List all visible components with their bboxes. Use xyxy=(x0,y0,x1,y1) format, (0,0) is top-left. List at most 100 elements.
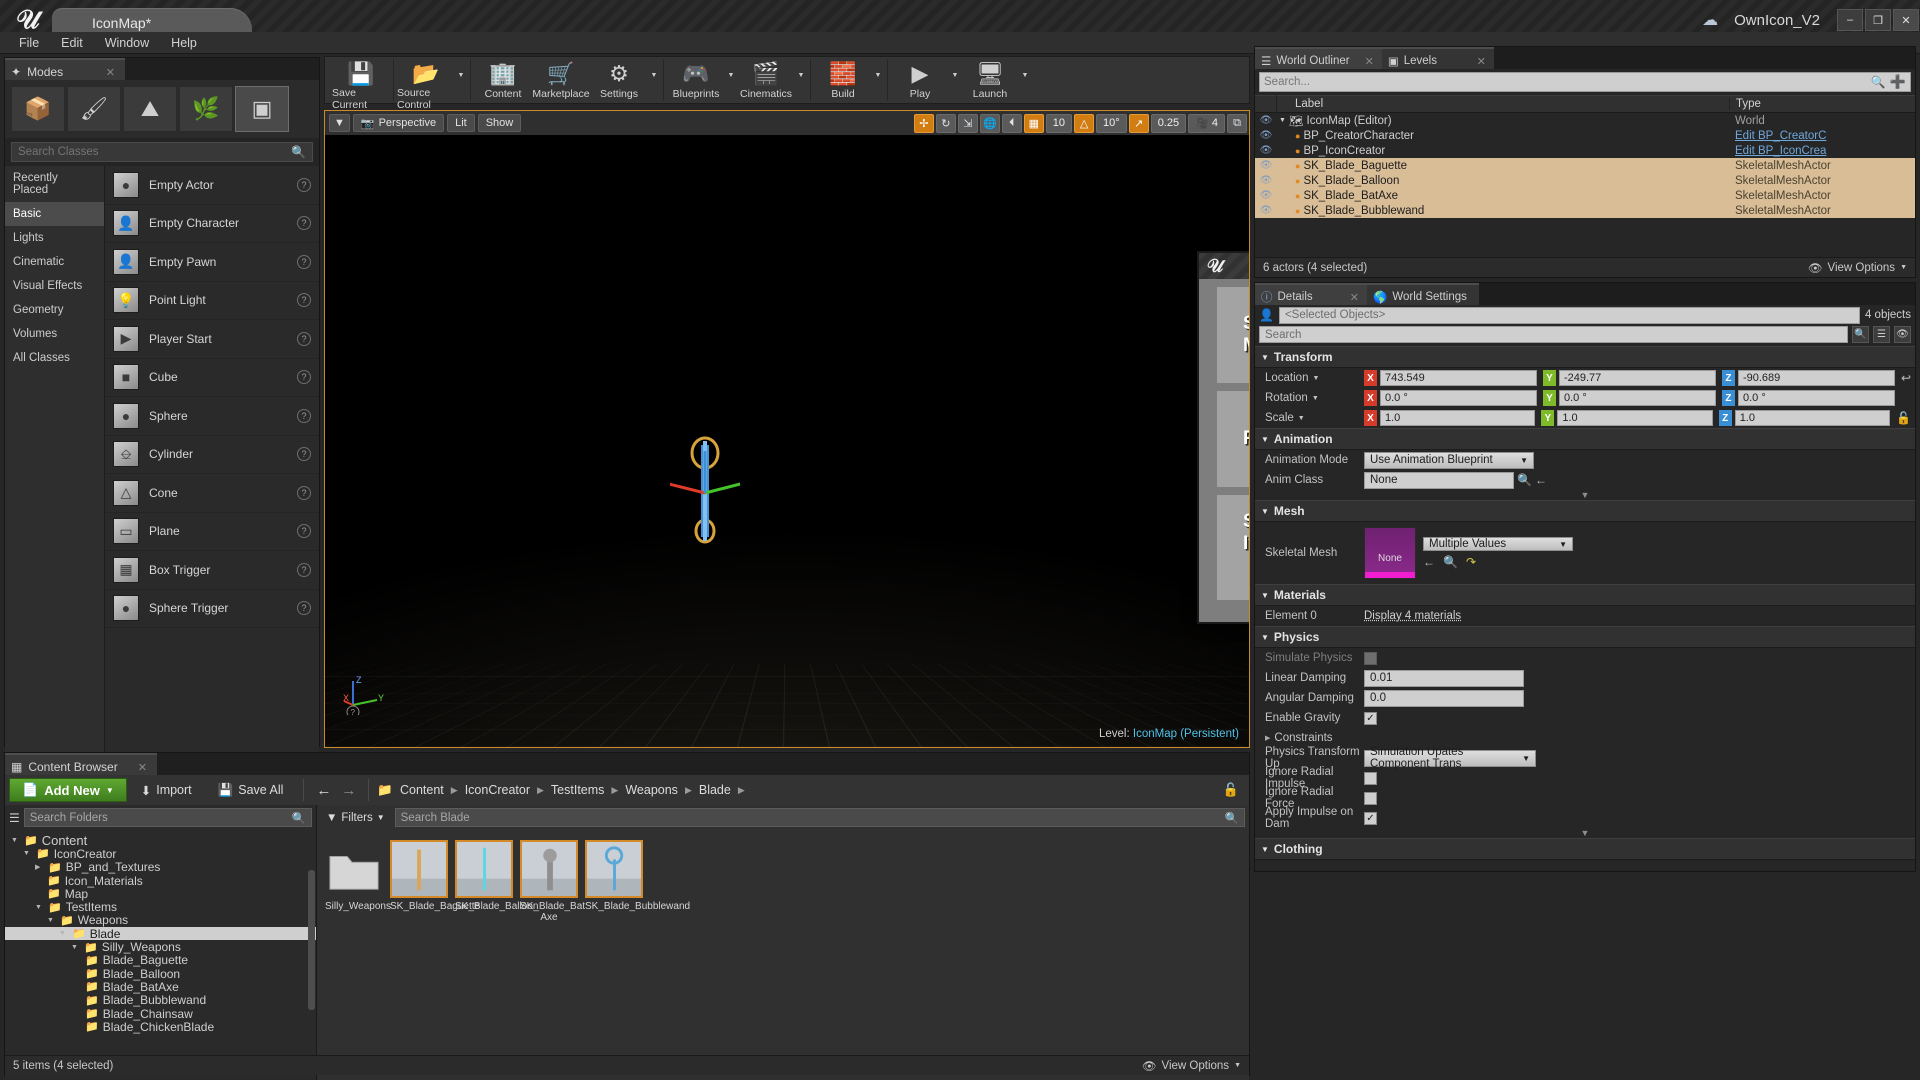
help-icon[interactable]: ? xyxy=(297,332,311,346)
eye-icon[interactable]: 👁 xyxy=(1255,190,1277,201)
sidebar-item-cinematic[interactable]: Cinematic xyxy=(5,250,104,274)
chevron-down-icon[interactable]: ▼ xyxy=(1312,395,1319,402)
filters-button[interactable]: ▼ Filters ▼ xyxy=(321,812,390,824)
eye-icon[interactable]: 👁 xyxy=(1255,145,1277,156)
enable-gravity-checkbox[interactable]: ✓ xyxy=(1364,712,1377,725)
grid-snap-toggle-icon[interactable]: ▦ xyxy=(1024,114,1044,133)
help-icon[interactable]: ? xyxy=(297,293,311,307)
chevron-down-icon[interactable]: ▼ xyxy=(648,59,660,101)
folder-tree-scrollbar[interactable] xyxy=(308,870,315,1010)
search-icon[interactable]: 🔍 xyxy=(1871,75,1886,89)
chevron-down-icon[interactable]: ▼ xyxy=(1312,375,1319,382)
angular-damping-field[interactable]: 0.0 xyxy=(1364,690,1524,707)
list-item[interactable]: ▶ Player Start ? xyxy=(105,320,319,359)
close-icon[interactable]: ✕ xyxy=(1467,55,1486,68)
cinematics-button[interactable]: 🎬 Cinematics xyxy=(737,59,795,101)
rotate-gizmo-icon[interactable]: ↻ xyxy=(936,114,956,133)
expand-more-icon[interactable]: ▼ xyxy=(1255,490,1915,500)
tree-node-blade-chainsaw[interactable]: 📁 Blade_Chainsaw xyxy=(5,1007,316,1020)
scale-y-field[interactable]: 1.0 xyxy=(1557,410,1712,426)
list-item[interactable]: 👤 Empty Character ? xyxy=(105,205,319,244)
simulate-physics-checkbox[interactable] xyxy=(1364,652,1377,665)
surface-snap-icon[interactable]: ⏴ xyxy=(1002,114,1022,133)
close-icon[interactable]: ✕ xyxy=(1340,291,1359,304)
minimize-button[interactable]: – xyxy=(1837,9,1863,31)
eye-icon[interactable]: 👁 xyxy=(1255,175,1277,186)
skeletal-mesh-dropdown[interactable]: Multiple Values ▼ xyxy=(1423,537,1573,551)
table-row[interactable]: 👁 ▼ 🗺 IconMap (Editor) World xyxy=(1255,113,1915,128)
location-x-field[interactable]: 743.549 xyxy=(1380,370,1537,386)
sidebar-item-geometry[interactable]: Geometry xyxy=(5,298,104,322)
place-mode-icon[interactable]: 📦 xyxy=(11,86,65,132)
section-mesh[interactable]: ▼ Mesh xyxy=(1255,500,1915,522)
asset-tile[interactable]: SK_Blade_Baguette xyxy=(390,840,448,923)
tree-node-map[interactable]: 📁 Map xyxy=(5,887,316,900)
section-physics[interactable]: ▼ Physics xyxy=(1255,626,1915,648)
tree-node-testitems[interactable]: ▼ 📁 TestItems xyxy=(5,900,316,913)
tab-world-outliner[interactable]: ☰ World Outliner ✕ xyxy=(1255,47,1382,69)
folder-search-input[interactable]: Search Folders 🔍 xyxy=(24,808,312,827)
selected-actor-gizmo[interactable] xyxy=(670,435,740,555)
eye-icon[interactable]: 👁 xyxy=(1255,115,1277,126)
table-row[interactable]: 👁 ● BP_IconCreator Edit BP_IconCrea xyxy=(1255,143,1915,158)
help-icon[interactable]: ? xyxy=(297,216,311,230)
marketplace-button[interactable]: 🛒 Marketplace xyxy=(532,59,590,101)
camera-speed-value[interactable]: 🎥 4 xyxy=(1188,114,1225,133)
sidebar-item-recently-placed[interactable]: Recently Placed xyxy=(5,166,104,202)
tab-world-settings[interactable]: 🌎 World Settings xyxy=(1367,283,1479,305)
chevron-down-icon[interactable]: ▼ xyxy=(1298,415,1305,422)
list-view-icon[interactable]: ☰ xyxy=(1873,326,1890,343)
tree-node-blade[interactable]: ▼ 📁 Blade xyxy=(5,927,316,940)
property-constraints[interactable]: ▶ Constraints xyxy=(1255,728,1915,748)
maximize-button[interactable]: ❐ xyxy=(1865,9,1891,31)
search-classes-row[interactable]: 🔍 xyxy=(11,142,313,162)
scale-gizmo-icon[interactable]: ⇲ xyxy=(958,114,978,133)
list-item[interactable]: 👤 Empty Pawn ? xyxy=(105,243,319,282)
tab-content-browser[interactable]: ▦ Content Browser ✕ xyxy=(5,753,157,775)
world-coords-icon[interactable]: 🌐 xyxy=(980,114,1000,133)
eye-icon[interactable]: 👁 xyxy=(1255,160,1277,171)
play-button[interactable]: ▶ Play xyxy=(891,59,949,101)
viewport-options-menu[interactable]: ▼ xyxy=(329,114,350,132)
cloud-icon[interactable]: ☁ xyxy=(1692,10,1728,30)
apply-impulse-checkbox[interactable]: ✓ xyxy=(1364,812,1377,825)
ignore-radial-impulse-checkbox[interactable] xyxy=(1364,772,1377,785)
breadcrumb-iconcreator[interactable]: IconCreator xyxy=(465,783,530,797)
landscape-mode-icon[interactable]: ⛰ xyxy=(123,86,177,132)
scale-z-field[interactable]: 1.0 xyxy=(1735,410,1890,426)
label-column-header[interactable]: Label xyxy=(1277,98,1729,110)
sidebar-item-visual-effects[interactable]: Visual Effects xyxy=(5,274,104,298)
eye-icon[interactable]: 👁 xyxy=(1255,130,1277,141)
save-all-button[interactable]: 💾 Save All xyxy=(206,778,296,802)
asset-tile-folder[interactable]: Silly_Weapons xyxy=(325,840,383,923)
back-icon[interactable]: ← xyxy=(316,782,331,799)
tab-modes[interactable]: ✦ Modes ✕ xyxy=(5,58,125,80)
table-row[interactable]: 👁 ● SK_Blade_Balloon SkeletalMeshActor xyxy=(1255,173,1915,188)
help-icon[interactable]: ? xyxy=(297,486,311,500)
table-row[interactable]: 👁 ● SK_Blade_Bubblewand SkeletalMeshActo… xyxy=(1255,203,1915,218)
help-icon[interactable]: ? xyxy=(297,370,311,384)
browse-icon[interactable]: 🔍 xyxy=(1443,555,1458,569)
chevron-down-icon[interactable]: ▼ xyxy=(949,59,961,101)
row-type[interactable]: Edit BP_CreatorC xyxy=(1729,130,1915,142)
view-mode-lit[interactable]: Lit xyxy=(447,114,475,132)
list-item[interactable]: △ Cone ? xyxy=(105,474,319,513)
asset-tile[interactable]: SK_Blade_Bubblewand xyxy=(585,840,643,923)
outliner-search-row[interactable]: 🔍 ➕ xyxy=(1259,72,1911,92)
table-row[interactable]: 👁 ● SK_Blade_BatAxe SkeletalMeshActor xyxy=(1255,188,1915,203)
chevron-down-icon[interactable]: ▼ xyxy=(725,59,737,101)
selected-objects-field[interactable]: <Selected Objects> xyxy=(1279,307,1860,324)
search-icon[interactable]: 🔍 xyxy=(1852,326,1869,343)
sidebar-item-all-classes[interactable]: All Classes xyxy=(5,346,104,370)
tree-node-blade-chickenblade[interactable]: 📁 Blade_ChickenBlade xyxy=(5,1020,316,1033)
rotation-z-field[interactable]: 0.0 ° xyxy=(1738,390,1895,406)
table-row[interactable]: 👁 ● SK_Blade_Baguette SkeletalMeshActor xyxy=(1255,158,1915,173)
chevron-down-icon[interactable]: ▼ xyxy=(23,850,32,857)
tree-node-weapons[interactable]: ▼ 📁 Weapons xyxy=(5,914,316,927)
paint-mode-icon[interactable]: 🖌 xyxy=(67,86,121,132)
add-column-icon[interactable]: ➕ xyxy=(1886,74,1906,90)
section-transform[interactable]: ▼ Transform xyxy=(1255,346,1915,368)
chevron-down-icon[interactable]: ▼ xyxy=(1019,59,1031,101)
tree-node-blade-balloon[interactable]: 📁 Blade_Balloon xyxy=(5,967,316,980)
chevron-down-icon[interactable]: ▼ xyxy=(59,930,68,937)
